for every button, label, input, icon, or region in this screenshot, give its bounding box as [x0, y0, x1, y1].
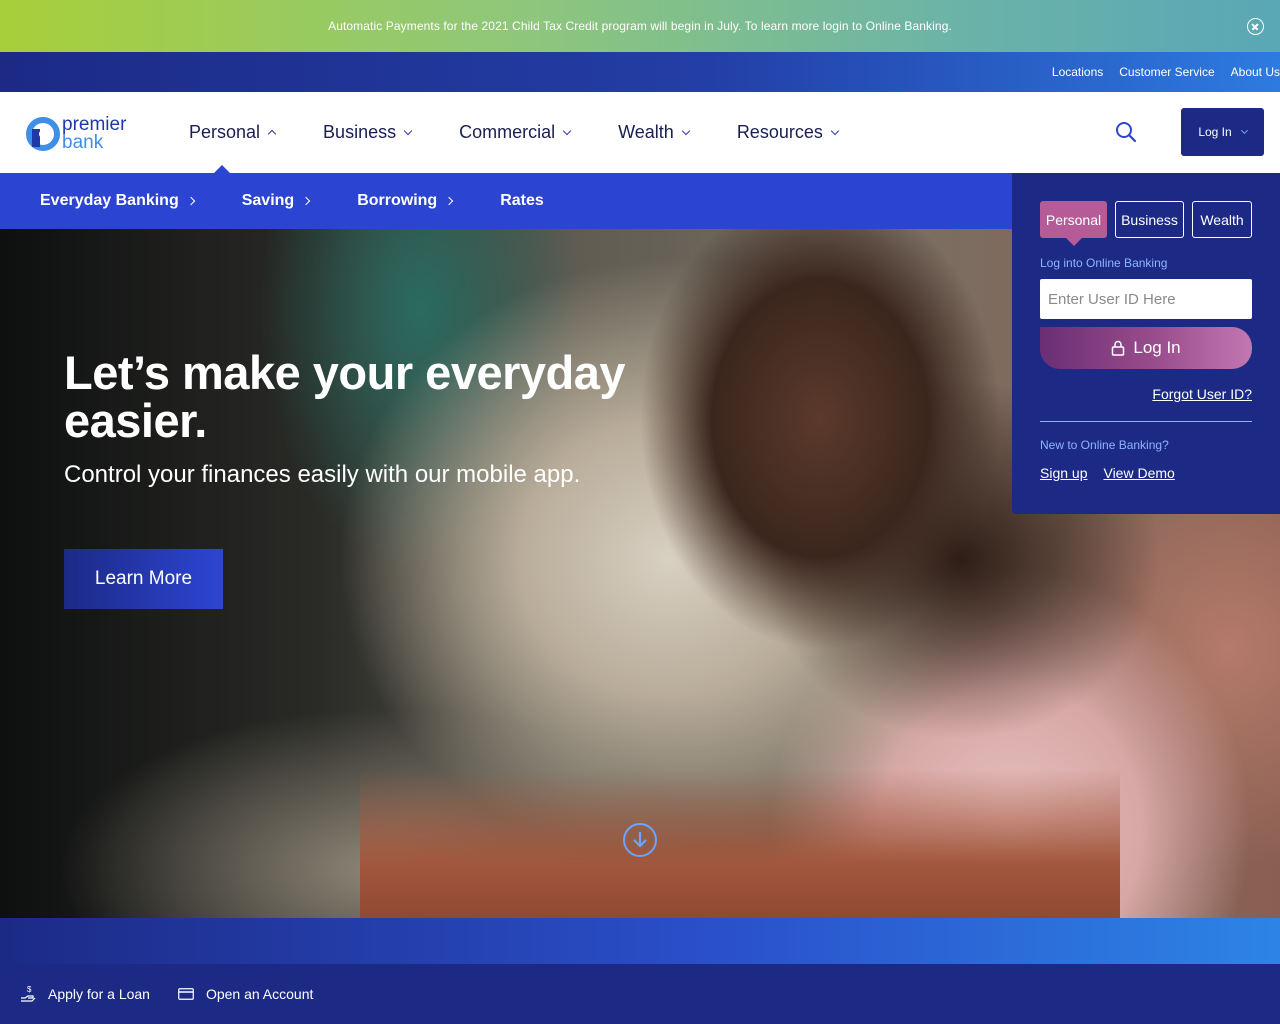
gradient-band: [0, 918, 1280, 964]
close-icon[interactable]: [1247, 18, 1264, 35]
loan-hand-icon: $: [21, 985, 36, 1002]
logo-mark-icon: [26, 117, 60, 151]
logo[interactable]: premier bank: [26, 114, 130, 154]
tab-business[interactable]: Business: [1115, 201, 1184, 238]
tab-wealth[interactable]: Wealth: [1192, 201, 1252, 238]
hero-title: Let’s make your everyday easier.: [64, 346, 626, 447]
header-login-button[interactable]: Log In: [1181, 108, 1264, 156]
nav-item-resources[interactable]: Resources: [736, 92, 840, 173]
login-label: Log into Online Banking: [1040, 256, 1168, 270]
subnav-item-rates[interactable]: Rates: [500, 192, 544, 210]
learn-more-button[interactable]: Learn More: [64, 549, 223, 609]
chevron-right-icon: [444, 196, 454, 206]
utility-link-locations[interactable]: Locations: [1052, 65, 1103, 79]
nav-label: Wealth: [618, 122, 674, 142]
subnav-item-borrowing[interactable]: Borrowing: [357, 192, 454, 210]
signup-links: Sign up View Demo: [1040, 465, 1191, 481]
apply-for-loan-link[interactable]: $ Apply for a Loan: [20, 985, 150, 1003]
nav-item-business[interactable]: Business: [323, 92, 413, 173]
quick-links-bar: $ Apply for a Loan Open an Account: [0, 964, 1280, 1024]
hero-photo-couch: [360, 769, 1120, 918]
lock-icon: [1112, 340, 1125, 356]
nav-label: Business: [323, 122, 397, 142]
login-submit-button[interactable]: Log In: [1040, 327, 1252, 369]
login-tabs: Personal Business Wealth: [1040, 201, 1260, 246]
logo-text-bank: bank: [62, 132, 104, 153]
apply-for-loan-label: Apply for a Loan: [48, 986, 150, 1002]
subnav-label: Everyday Banking: [40, 192, 179, 209]
nav-label: Personal: [189, 122, 261, 142]
announcement-text: Automatic Payments for the 2021 Child Ta…: [328, 19, 952, 33]
nav-label: Commercial: [459, 122, 556, 142]
subnav-label: Saving: [241, 192, 295, 209]
chevron-down-icon: [830, 126, 840, 135]
chevron-down-icon: [681, 126, 691, 135]
subnav-label: Borrowing: [357, 192, 438, 209]
nav-item-commercial[interactable]: Commercial: [459, 92, 572, 173]
nav-item-personal[interactable]: Personal: [189, 92, 277, 174]
nav-item-wealth[interactable]: Wealth: [618, 92, 691, 173]
subnav-label: Rates: [500, 192, 544, 209]
chevron-down-icon: [403, 126, 413, 135]
open-account-link[interactable]: Open an Account: [178, 986, 313, 1002]
chevron-right-icon: [301, 196, 311, 206]
divider: [1040, 421, 1252, 422]
subnav-item-saving[interactable]: Saving: [241, 192, 311, 210]
search-icon[interactable]: [1114, 120, 1138, 144]
svg-text:$: $: [27, 985, 32, 994]
tab-personal[interactable]: Personal: [1040, 201, 1107, 246]
utility-nav: Locations Customer Service About Us: [0, 52, 1280, 92]
login-panel: Personal Business Wealth Log into Online…: [1012, 173, 1280, 514]
chevron-right-icon: [186, 196, 195, 206]
hero-subtitle: Control your finances easily with our mo…: [64, 461, 581, 488]
open-account-label: Open an Account: [205, 986, 314, 1002]
header-login-label: Log In: [1198, 125, 1232, 139]
utility-link-about-us[interactable]: About Us: [1231, 65, 1280, 79]
nav-label: Resources: [736, 122, 823, 142]
main-nav: Personal Business Commercial Wealth Reso…: [189, 92, 886, 174]
chevron-up-icon: [267, 129, 277, 139]
main-header: premier bank Personal Business Commercia…: [0, 92, 1280, 174]
forgot-user-id-link[interactable]: Forgot User ID?: [1152, 386, 1252, 402]
sign-up-link[interactable]: Sign up: [1040, 465, 1087, 481]
chevron-down-icon: [562, 126, 572, 135]
login-submit-label: Log In: [1133, 338, 1181, 357]
scroll-down-icon[interactable]: [623, 823, 657, 857]
announcement-bar: Automatic Payments for the 2021 Child Ta…: [0, 0, 1280, 52]
chevron-down-icon: [1240, 126, 1248, 135]
user-id-input[interactable]: [1040, 279, 1252, 319]
view-demo-link[interactable]: View Demo: [1103, 465, 1174, 481]
subnav-item-everyday-banking[interactable]: Everyday Banking: [40, 192, 195, 210]
utility-link-customer-service[interactable]: Customer Service: [1119, 65, 1214, 79]
new-to-online-banking-label: New to Online Banking?: [1040, 438, 1169, 452]
card-icon: [178, 988, 194, 1000]
